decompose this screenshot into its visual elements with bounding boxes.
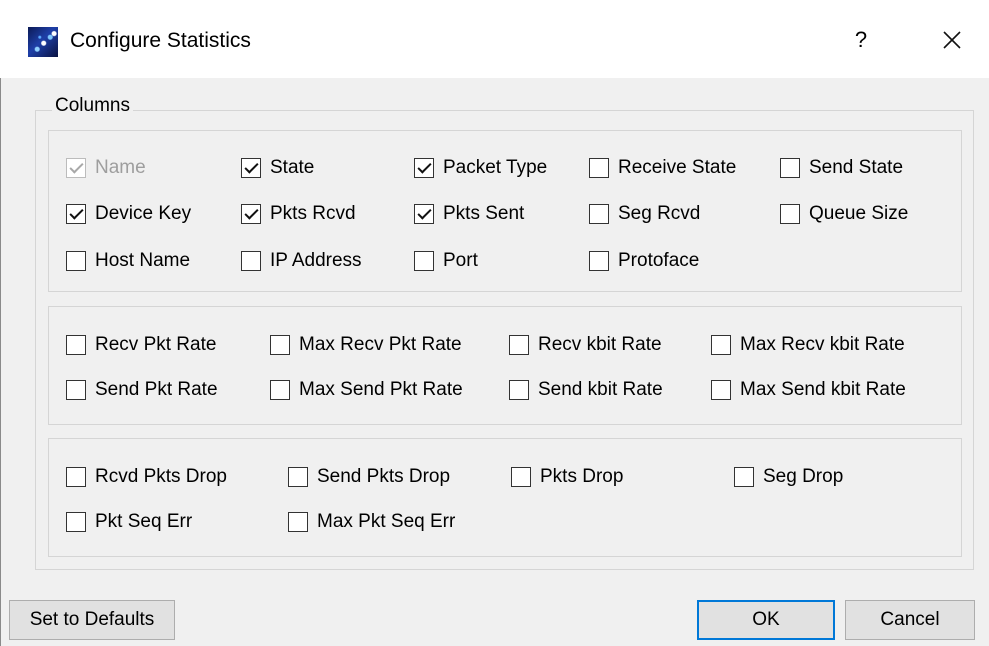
checkbox-protoface[interactable]: Protoface: [589, 250, 699, 272]
cancel-button[interactable]: Cancel: [845, 600, 975, 640]
checkbox-max-pkt-seq-err[interactable]: Max Pkt Seq Err: [288, 511, 455, 533]
checkbox-send-state[interactable]: Send State: [780, 157, 903, 179]
checkbox-unchecked-icon[interactable]: [511, 467, 531, 487]
checkbox-max-send-pkt-rate[interactable]: Max Send Pkt Rate: [270, 379, 463, 401]
checkbox-seg-drop[interactable]: Seg Drop: [734, 466, 843, 488]
checkbox-label: Receive State: [618, 157, 737, 178]
checkbox-label: Recv kbit Rate: [538, 334, 662, 355]
checkbox-unchecked-icon[interactable]: [509, 335, 529, 355]
checkbox-label: Max Send kbit Rate: [740, 379, 906, 400]
checkbox-max-recv-kbit-rate[interactable]: Max Recv kbit Rate: [711, 334, 905, 356]
checkbox-send-pkts-drop[interactable]: Send Pkts Drop: [288, 466, 450, 488]
checkbox-checked-icon[interactable]: [241, 158, 261, 178]
checkbox-label: Packet Type: [443, 157, 548, 178]
close-button[interactable]: [934, 22, 970, 58]
checkbox-send-pkt-rate[interactable]: Send Pkt Rate: [66, 379, 218, 401]
checkbox-label: Seg Drop: [763, 466, 844, 487]
checkbox-label: Host Name: [95, 250, 191, 271]
checkbox-packet-type[interactable]: Packet Type: [414, 157, 547, 179]
close-icon: [943, 31, 961, 49]
checkbox-label: Pkts Drop: [540, 466, 624, 487]
checkbox-unchecked-icon[interactable]: [270, 335, 290, 355]
checkbox-unchecked-icon[interactable]: [288, 512, 308, 532]
checkbox-label: Send kbit Rate: [538, 379, 663, 400]
columns-group-title: Columns: [52, 95, 133, 117]
checkbox-unchecked-icon[interactable]: [241, 251, 261, 271]
drop-columns-panel: [48, 438, 962, 557]
checkbox-unchecked-icon[interactable]: [414, 251, 434, 271]
checkbox-checked-icon[interactable]: [414, 158, 434, 178]
checkbox-label: Port: [443, 250, 478, 271]
checkbox-label: Seg Rcvd: [618, 203, 701, 224]
checkbox-seg-rcvd[interactable]: Seg Rcvd: [589, 203, 700, 225]
checkbox-max-send-kbit-rate[interactable]: Max Send kbit Rate: [711, 379, 906, 401]
checkbox-pkts-rcvd[interactable]: Pkts Rcvd: [241, 203, 356, 225]
checkbox-name: Name: [66, 157, 146, 179]
ok-button[interactable]: OK: [697, 600, 835, 640]
checkbox-state[interactable]: State: [241, 157, 314, 179]
checkbox-unchecked-icon[interactable]: [734, 467, 754, 487]
set-to-defaults-button[interactable]: Set to Defaults: [9, 600, 175, 640]
rate-columns-panel: [48, 306, 962, 425]
checkbox-unchecked-icon[interactable]: [270, 380, 290, 400]
title-bar: Configure Statistics ?: [0, 0, 989, 78]
checkbox-unchecked-icon[interactable]: [66, 467, 86, 487]
checkbox-checked-icon[interactable]: [241, 204, 261, 224]
checkbox-label: Max Pkt Seq Err: [317, 511, 456, 532]
checkbox-unchecked-icon[interactable]: [288, 467, 308, 487]
window-border: [0, 78, 1, 646]
checkbox-unchecked-icon[interactable]: [711, 380, 731, 400]
checkbox-unchecked-icon[interactable]: [589, 158, 609, 178]
checkbox-label: Max Recv kbit Rate: [740, 334, 905, 355]
checkbox-unchecked-icon[interactable]: [780, 158, 800, 178]
checkbox-unchecked-icon[interactable]: [509, 380, 529, 400]
checkbox-label: Send Pkt Rate: [95, 379, 218, 400]
checkbox-recv-kbit-rate[interactable]: Recv kbit Rate: [509, 334, 662, 356]
checkbox-checked-icon: [66, 158, 86, 178]
checkbox-unchecked-icon[interactable]: [66, 380, 86, 400]
checkbox-label: Send Pkts Drop: [317, 466, 451, 487]
checkbox-unchecked-icon[interactable]: [780, 204, 800, 224]
checkbox-label: Protoface: [618, 250, 700, 271]
checkbox-label: Max Recv Pkt Rate: [299, 334, 462, 355]
help-button[interactable]: ?: [846, 24, 876, 56]
checkbox-label: State: [270, 157, 315, 178]
checkbox-label: Rcvd Pkts Drop: [95, 466, 227, 487]
checkbox-port[interactable]: Port: [414, 250, 478, 272]
checkbox-label: Recv Pkt Rate: [95, 334, 217, 355]
checkbox-label: Pkts Rcvd: [270, 203, 356, 224]
checkbox-checked-icon[interactable]: [414, 204, 434, 224]
checkbox-recv-pkt-rate[interactable]: Recv Pkt Rate: [66, 334, 216, 356]
checkbox-checked-icon[interactable]: [66, 204, 86, 224]
checkbox-unchecked-icon[interactable]: [589, 251, 609, 271]
dialog-title: Configure Statistics: [70, 29, 251, 52]
checkbox-pkts-sent[interactable]: Pkts Sent: [414, 203, 524, 225]
checkbox-unchecked-icon[interactable]: [66, 512, 86, 532]
checkbox-label: Queue Size: [809, 203, 909, 224]
app-icon: [28, 27, 58, 57]
checkbox-unchecked-icon[interactable]: [589, 204, 609, 224]
checkbox-label: Pkt Seq Err: [95, 511, 193, 532]
checkbox-label: Pkts Sent: [443, 203, 525, 224]
checkbox-label: IP Address: [270, 250, 362, 271]
checkbox-send-kbit-rate[interactable]: Send kbit Rate: [509, 379, 663, 401]
checkbox-pkts-drop[interactable]: Pkts Drop: [511, 466, 623, 488]
checkbox-ip-address[interactable]: IP Address: [241, 250, 362, 272]
checkbox-unchecked-icon[interactable]: [711, 335, 731, 355]
checkbox-rcvd-pkts-drop[interactable]: Rcvd Pkts Drop: [66, 466, 227, 488]
checkbox-host-name[interactable]: Host Name: [66, 250, 190, 272]
checkbox-receive-state[interactable]: Receive State: [589, 157, 736, 179]
checkbox-label: Device Key: [95, 203, 192, 224]
checkbox-queue-size[interactable]: Queue Size: [780, 203, 908, 225]
checkbox-label: Max Send Pkt Rate: [299, 379, 463, 400]
checkbox-unchecked-icon[interactable]: [66, 335, 86, 355]
checkbox-label: Name: [95, 157, 146, 178]
checkbox-max-recv-pkt-rate[interactable]: Max Recv Pkt Rate: [270, 334, 462, 356]
checkbox-pkt-seq-err[interactable]: Pkt Seq Err: [66, 511, 192, 533]
checkbox-unchecked-icon[interactable]: [66, 251, 86, 271]
checkbox-label: Send State: [809, 157, 904, 178]
checkbox-device-key[interactable]: Device Key: [66, 203, 191, 225]
